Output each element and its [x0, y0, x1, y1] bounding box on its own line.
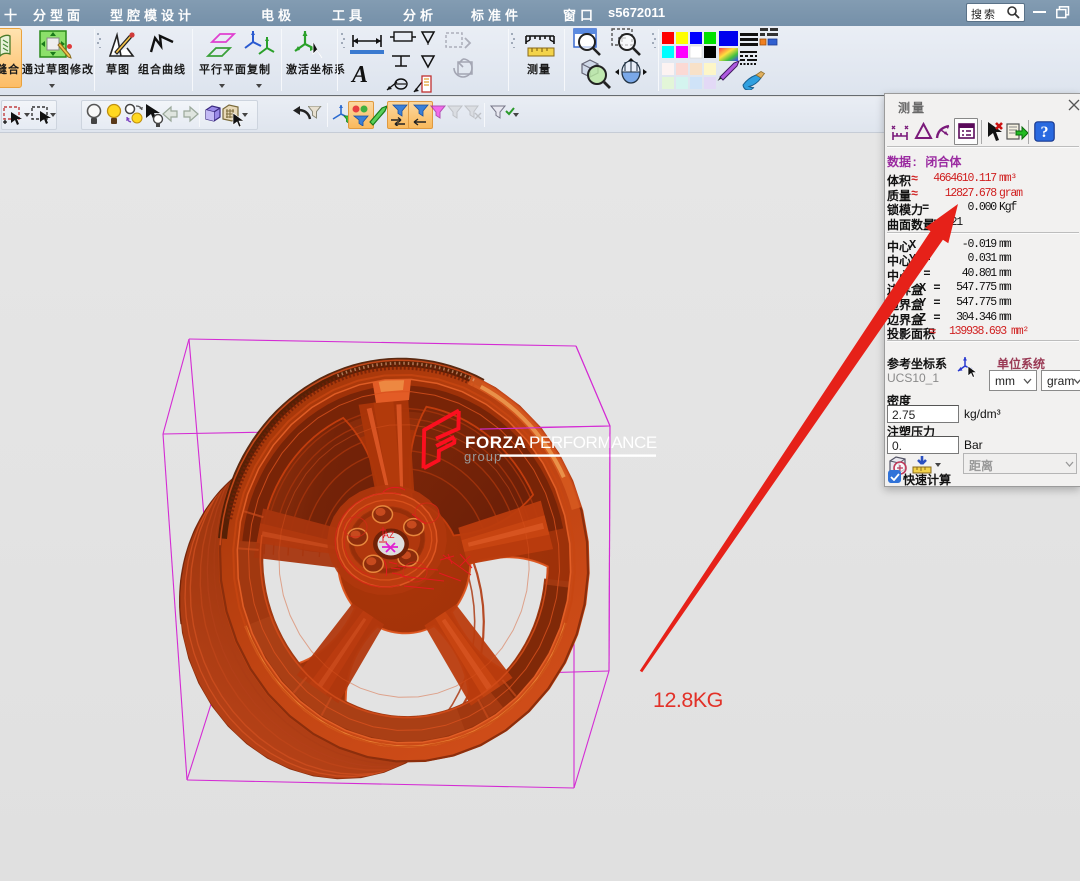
svg-text:group: group [464, 449, 502, 464]
svg-text:PERFORMANCE: PERFORMANCE [529, 433, 657, 452]
svg-text:?: ? [1041, 124, 1049, 141]
svg-text:AZ: AZ [383, 530, 395, 540]
